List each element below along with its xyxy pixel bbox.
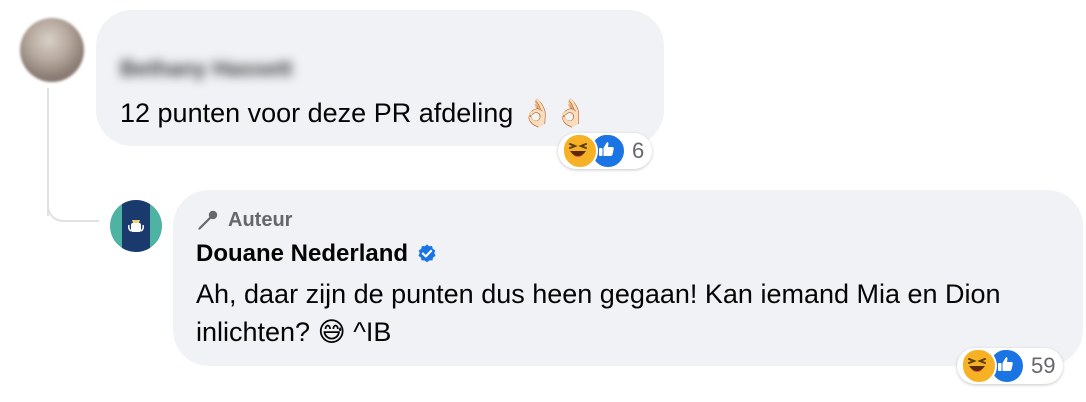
reply-author-row: Douane Nederland	[196, 240, 438, 268]
reaction-count: 59	[1031, 353, 1056, 378]
comment-reactions[interactable]: 6	[558, 133, 653, 169]
verified-badge-icon	[418, 244, 436, 263]
comment-text: 12 punten voor deze PR afdeling 👌🏻👌🏻	[120, 97, 588, 129]
haha-icon	[562, 133, 598, 169]
microphone-icon	[198, 210, 218, 230]
comment-text-body: 12 punten voor deze PR afdeling	[120, 98, 514, 128]
sweat-smile-emoji: 😅	[317, 317, 346, 348]
author-badge: Auteur	[196, 206, 292, 234]
reply-author-name[interactable]: Douane Nederland	[196, 240, 408, 268]
reply-text: Ah, daar zijn de punten dus heen gegaan!…	[196, 275, 1056, 352]
thread-connector-curve	[47, 176, 99, 222]
crest-icon	[128, 220, 144, 232]
commenter-avatar[interactable]	[20, 18, 84, 82]
author-badge-label: Auteur	[228, 208, 293, 231]
reply-reactions[interactable]: 59	[957, 348, 1064, 384]
comment-author-name[interactable]: Bethany Hassett	[120, 56, 292, 82]
ok-hand-emoji: 👌🏻👌🏻	[520, 98, 589, 129]
douane-avatar[interactable]	[110, 200, 162, 252]
reaction-count: 6	[632, 138, 645, 163]
haha-icon	[961, 348, 997, 384]
reply-signature: ^IB	[353, 317, 392, 347]
